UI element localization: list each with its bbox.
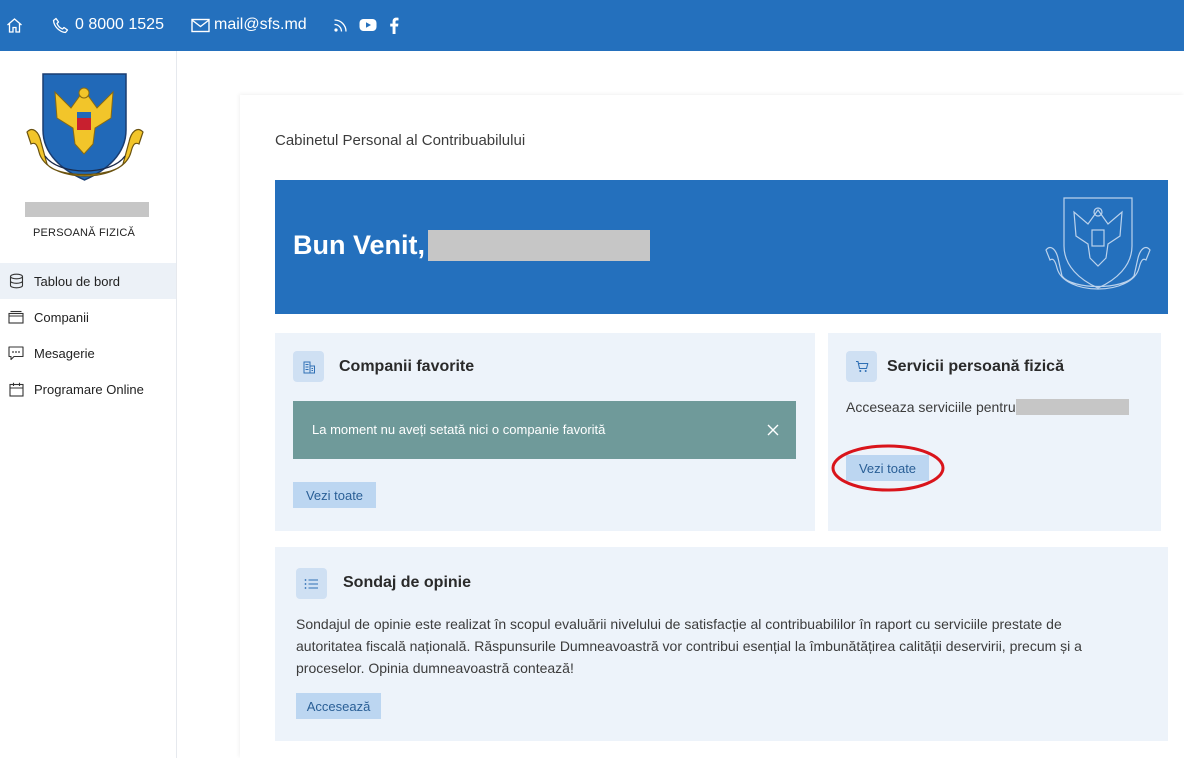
sidebar-item-companii[interactable]: Companii — [0, 299, 176, 335]
survey-text-line-1: Sondajul de opinie este realizat în scop… — [296, 616, 1062, 632]
view-all-services-button[interactable]: Vezi toate — [846, 455, 929, 481]
cart-icon — [846, 351, 877, 382]
personal-services-description: Acceseaza serviciile pentru — [846, 399, 1016, 415]
briefcase-icon — [8, 309, 24, 325]
rss-icon[interactable] — [333, 14, 349, 36]
sidebar-item-label: Programare Online — [34, 381, 144, 397]
phone-icon — [52, 17, 69, 33]
sidebar-item-mesagerie[interactable]: Mesagerie — [0, 335, 176, 371]
youtube-icon[interactable] — [359, 14, 377, 36]
welcome-banner: Bun Venit, — [275, 180, 1168, 314]
home-icon[interactable] — [6, 14, 23, 36]
sidebar-item-label: Tablou de bord — [34, 273, 121, 289]
close-icon[interactable] — [766, 423, 780, 437]
favorite-companies-title: Companii favorite — [339, 358, 475, 375]
sidebar-item-label: Mesagerie — [34, 345, 95, 361]
sidebar-nav: Tablou de bord Companii Mesagerie Progra… — [0, 263, 176, 407]
phone-number: 0 8000 1525 — [75, 16, 164, 33]
calendar-icon — [8, 381, 24, 397]
sidebar-item-tablou-de-bord[interactable]: Tablou de bord — [0, 263, 176, 299]
survey-text-line-3: proceselor. Opinia dumneavoastră conteaz… — [296, 660, 574, 676]
services-name-redacted — [1016, 399, 1129, 415]
view-all-companies-button[interactable]: Vezi toate — [293, 482, 376, 508]
sidebar-item-label: Companii — [34, 309, 89, 325]
user-name-redacted — [25, 202, 149, 217]
list-icon — [296, 568, 327, 599]
email-link[interactable]: mail@sfs.md — [191, 14, 307, 36]
welcome-name-redacted — [428, 230, 650, 261]
opinion-survey-card: Sondaj de opinie Sondajul de opinie este… — [275, 547, 1168, 741]
sfs-logo — [26, 73, 144, 181]
no-favorites-alert: La moment nu aveți setată nici o compani… — [293, 401, 796, 459]
opinion-survey-title: Sondaj de opinie — [343, 574, 472, 591]
alert-text: La moment nu aveți setată nici o compani… — [312, 422, 606, 437]
sfs-emblem-watermark — [1045, 197, 1151, 290]
database-icon — [8, 273, 24, 289]
breadcrumb: Cabinetul Personal al Contribuabilului — [275, 132, 526, 149]
sidebar: PERSOANĂ FIZICĂ Tablou de bord Companii … — [0, 51, 177, 758]
personal-services-card: Servicii persoană fizică Acceseaza servi… — [828, 333, 1161, 531]
survey-text-line-2: autoritatea fiscală națională. Răspunsur… — [296, 638, 1082, 654]
main-panel: Cabinetul Personal al Contribuabilului B… — [240, 95, 1184, 758]
favorite-companies-card: Companii favorite La moment nu aveți set… — [275, 333, 815, 531]
email-address: mail@sfs.md — [214, 16, 307, 33]
chat-icon — [8, 345, 24, 361]
mail-icon — [191, 18, 210, 32]
building-icon — [293, 351, 324, 382]
facebook-icon[interactable] — [389, 14, 399, 36]
personal-services-title: Servicii persoană fizică — [887, 358, 1064, 375]
phone-link[interactable]: 0 8000 1525 — [52, 14, 164, 36]
sidebar-item-programare-online[interactable]: Programare Online — [0, 371, 176, 407]
user-role: PERSOANĂ FIZICĂ — [32, 227, 136, 239]
welcome-heading: Bun Venit, — [293, 230, 426, 260]
top-bar: 0 8000 1525 mail@sfs.md — [0, 0, 1184, 51]
access-survey-button[interactable]: Accesează — [296, 693, 381, 719]
